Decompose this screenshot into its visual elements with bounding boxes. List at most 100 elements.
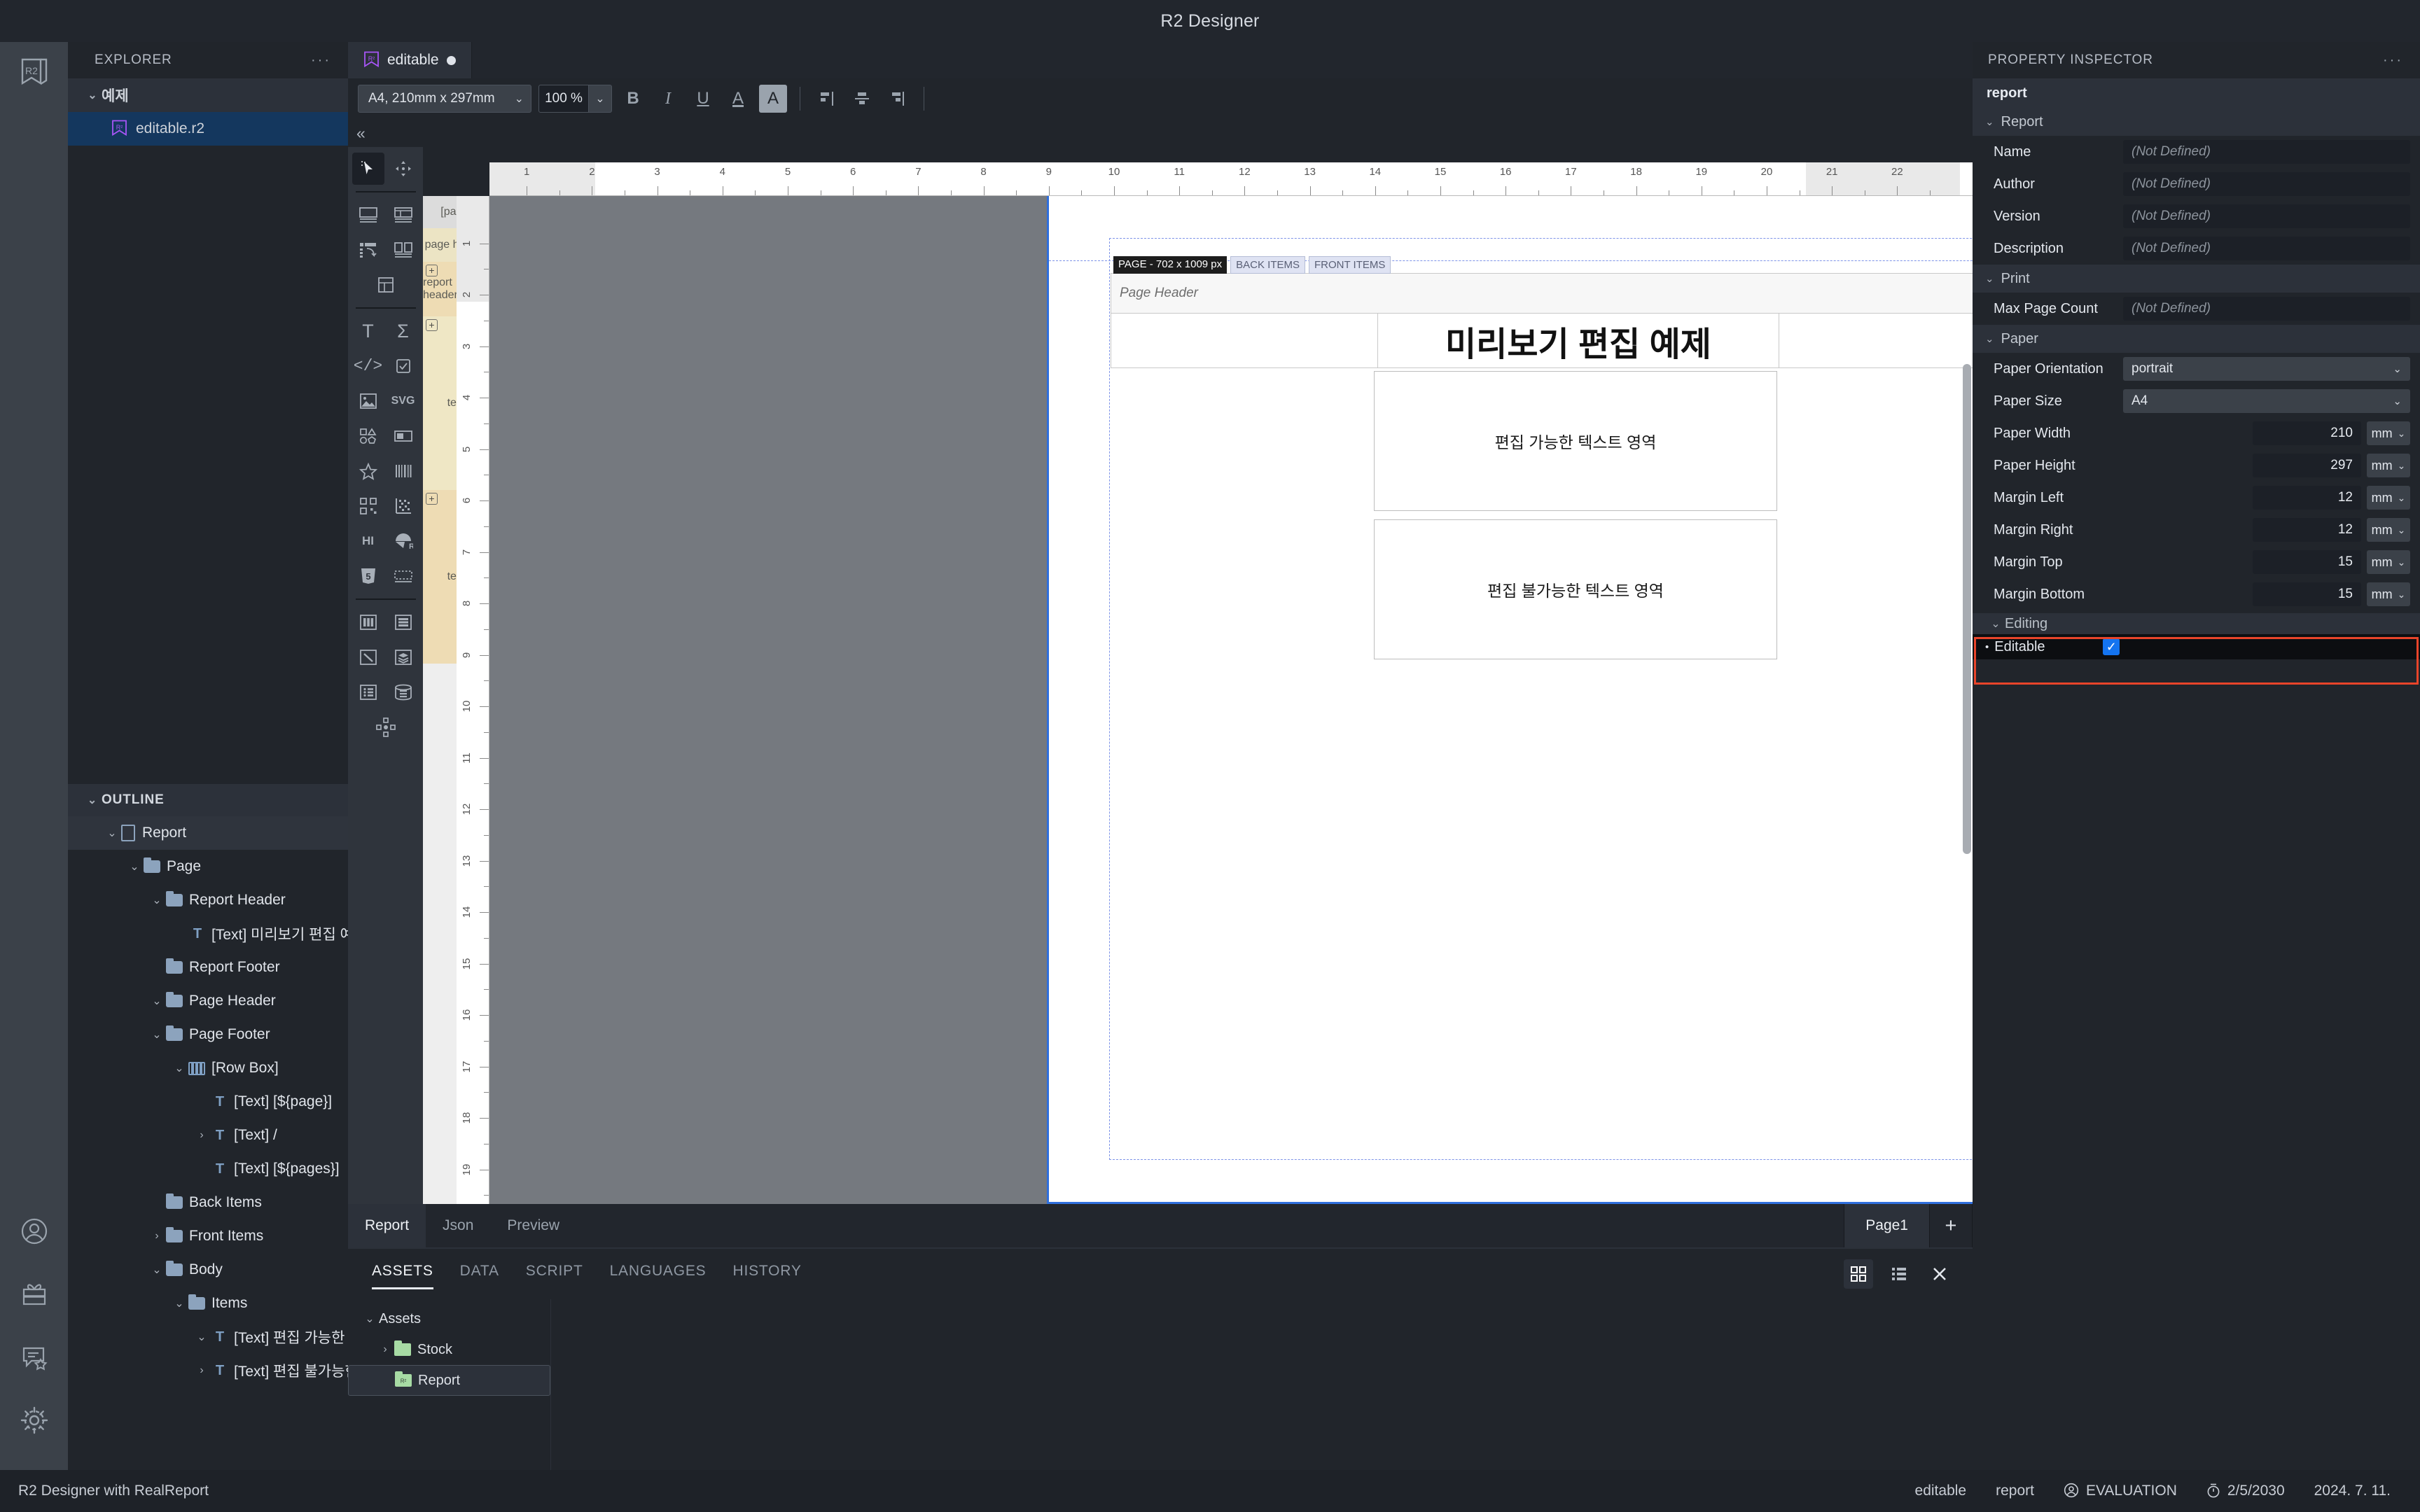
select-tool[interactable] (352, 153, 384, 185)
layers-tool[interactable] (387, 641, 419, 673)
italic-button[interactable]: I (654, 85, 682, 113)
tab-json[interactable]: Json (426, 1204, 490, 1247)
outline-node[interactable]: ›Report Footer (68, 951, 348, 984)
expand-band-icon[interactable]: + (426, 493, 438, 505)
zoom-control[interactable]: 100 % ⌄ (538, 85, 612, 113)
property-unit-select[interactable]: mm ⌄ (2367, 486, 2410, 510)
code-tool[interactable]: </> (352, 350, 384, 382)
page-header-band[interactable]: Page Header (1111, 273, 1973, 314)
move-tool[interactable] (387, 153, 419, 185)
underline-button[interactable]: U (689, 85, 717, 113)
property-text-input[interactable]: (Not Defined) (2123, 140, 2410, 164)
barcode-tool[interactable] (387, 455, 419, 487)
line-tool[interactable] (352, 641, 384, 673)
table-band-tool[interactable] (387, 199, 419, 231)
inspector-group-editing[interactable]: ⌄ Editing (1973, 613, 2420, 634)
outline-node[interactable]: › Front Items (68, 1219, 348, 1253)
report-header-band[interactable]: 미리보기 편집 예제 (1111, 314, 1973, 368)
license-status[interactable]: EVALUATION (2064, 1483, 2177, 1499)
anchor-tool[interactable] (354, 711, 418, 743)
chevron-right-icon[interactable]: › (193, 1364, 211, 1377)
gift-icon[interactable] (0, 1263, 68, 1326)
back-items-label[interactable]: BACK ITEMS (1230, 256, 1305, 274)
chevron-down-icon[interactable]: ⌄ (170, 1296, 188, 1310)
explorer-file-editable[interactable]: R² editable.r2 (68, 112, 348, 146)
chevron-down-icon[interactable]: ⌄ (170, 1061, 188, 1075)
property-number-input[interactable]: 12 (2253, 486, 2361, 510)
gear-icon[interactable] (0, 1389, 68, 1452)
svg-tool[interactable]: SVG (387, 385, 419, 417)
assets-root[interactable]: ⌄ Assets (348, 1303, 550, 1334)
datamatrix-tool[interactable] (387, 490, 419, 522)
chevron-down-icon[interactable]: ⌄ (103, 826, 121, 840)
row-box-tool[interactable] (352, 606, 384, 638)
outline-node[interactable]: ⌄ Items (68, 1287, 348, 1320)
property-text-input[interactable]: (Not Defined) (2123, 297, 2410, 321)
sum-tool[interactable]: Σ (387, 315, 419, 347)
expand-band-icon[interactable]: + (426, 265, 438, 276)
page-sheet[interactable]: PAGE - 702 x 1009 px BACK ITEMS FRONT IT… (1047, 196, 1973, 1204)
star-rating-tool[interactable] (352, 455, 384, 487)
chevron-down-icon[interactable]: ⌄ (589, 85, 612, 113)
align-top-button[interactable] (813, 85, 841, 113)
outline-node[interactable]: ›T[Text] 미리보기 편집 예제 (68, 917, 348, 951)
feedback-icon[interactable] (0, 1326, 68, 1389)
expand-band-icon[interactable]: + (426, 319, 438, 331)
property-select[interactable]: portrait ⌄ (2123, 357, 2410, 381)
property-unit-select[interactable]: mm ⌄ (2367, 550, 2410, 574)
outline-node[interactable]: ⌄ Page Footer (68, 1018, 348, 1051)
outline-node[interactable]: ›T[Text] [${pages}] (68, 1152, 348, 1186)
chevron-down-icon[interactable]: ⌄ (125, 860, 144, 874)
editable-text-box[interactable]: 편집 가능한 텍스트 영역 (1374, 371, 1777, 511)
property-number-input[interactable]: 15 (2253, 582, 2361, 606)
outline-node[interactable]: ›T[Text] [${page}] (68, 1085, 348, 1119)
editor-tab-editable[interactable]: R² editable (348, 42, 472, 78)
tab-preview[interactable]: Preview (490, 1204, 576, 1247)
account-icon[interactable] (0, 1200, 68, 1263)
hi-chart-tool[interactable]: HI (352, 525, 384, 557)
chevron-down-icon[interactable]: ⌄ (148, 994, 166, 1008)
tab-assets[interactable]: ASSETS (372, 1263, 433, 1289)
outline-node[interactable]: ⌄ Report (68, 816, 348, 850)
canvas-vertical-scrollbar[interactable] (1963, 364, 1971, 854)
chevron-down-icon[interactable]: ⌄ (148, 1028, 166, 1042)
progressbar-tool[interactable] (387, 420, 419, 452)
assets-folder-report[interactable]: › R² Report (348, 1365, 550, 1396)
align-middle-button[interactable] (848, 85, 876, 113)
property-text-input[interactable]: (Not Defined) (2123, 172, 2410, 196)
inspector-group-header[interactable]: ⌄ Report (1973, 108, 2420, 136)
group-band-tool[interactable] (352, 234, 384, 266)
grid-tool[interactable] (370, 269, 402, 301)
inspector-group-header[interactable]: ⌄ Print (1973, 265, 2420, 293)
non-editable-text-box[interactable]: 편집 불가능한 텍스트 영역 (1374, 519, 1777, 659)
close-icon[interactable] (1925, 1259, 1954, 1289)
property-unit-select[interactable]: mm ⌄ (2367, 421, 2410, 445)
text-tool[interactable]: T (352, 315, 384, 347)
double-band-tool[interactable] (387, 234, 419, 266)
html5-tool[interactable]: 5 (352, 560, 384, 592)
property-number-input[interactable]: 15 (2253, 550, 2361, 574)
collapse-chevron-icon[interactable]: « (356, 124, 366, 143)
shape-tool[interactable] (352, 420, 384, 452)
tab-languages[interactable]: LANGUAGES (610, 1263, 707, 1285)
property-unit-select[interactable]: mm ⌄ (2367, 582, 2410, 606)
outline-node[interactable]: ⌄ [Row Box] (68, 1051, 348, 1085)
property-select[interactable]: A4 ⌄ (2123, 389, 2410, 413)
inspector-more-icon[interactable]: ··· (2383, 52, 2403, 69)
outline-node[interactable]: › T [Text] 편집 불가능한 텍… (68, 1354, 348, 1387)
qrcode-tool[interactable] (352, 490, 384, 522)
outline-node[interactable]: ⌄ Page Header (68, 984, 348, 1018)
design-canvas[interactable]: PAGE - 702 x 1009 px BACK ITEMS FRONT IT… (489, 196, 1973, 1204)
report-title-text[interactable]: 미리보기 편집 예제 (1377, 314, 1779, 368)
chevron-down-icon[interactable]: ⌄ (148, 1263, 166, 1277)
outline-node[interactable]: ⌄ Body (68, 1253, 348, 1287)
bold-button[interactable]: B (619, 85, 647, 113)
database-tool[interactable] (387, 676, 419, 708)
doc-type-status[interactable]: report (1996, 1483, 2034, 1499)
explorer-more-icon[interactable]: ··· (311, 52, 331, 69)
property-unit-select[interactable]: mm ⌄ (2367, 518, 2410, 542)
property-text-input[interactable]: (Not Defined) (2123, 204, 2410, 228)
outline-header[interactable]: ⌄ OUTLINE (68, 784, 348, 816)
checkbox-tool[interactable] (387, 350, 419, 382)
paper-size-select[interactable]: A4, 210mm x 297mm ⌄ (358, 85, 531, 113)
